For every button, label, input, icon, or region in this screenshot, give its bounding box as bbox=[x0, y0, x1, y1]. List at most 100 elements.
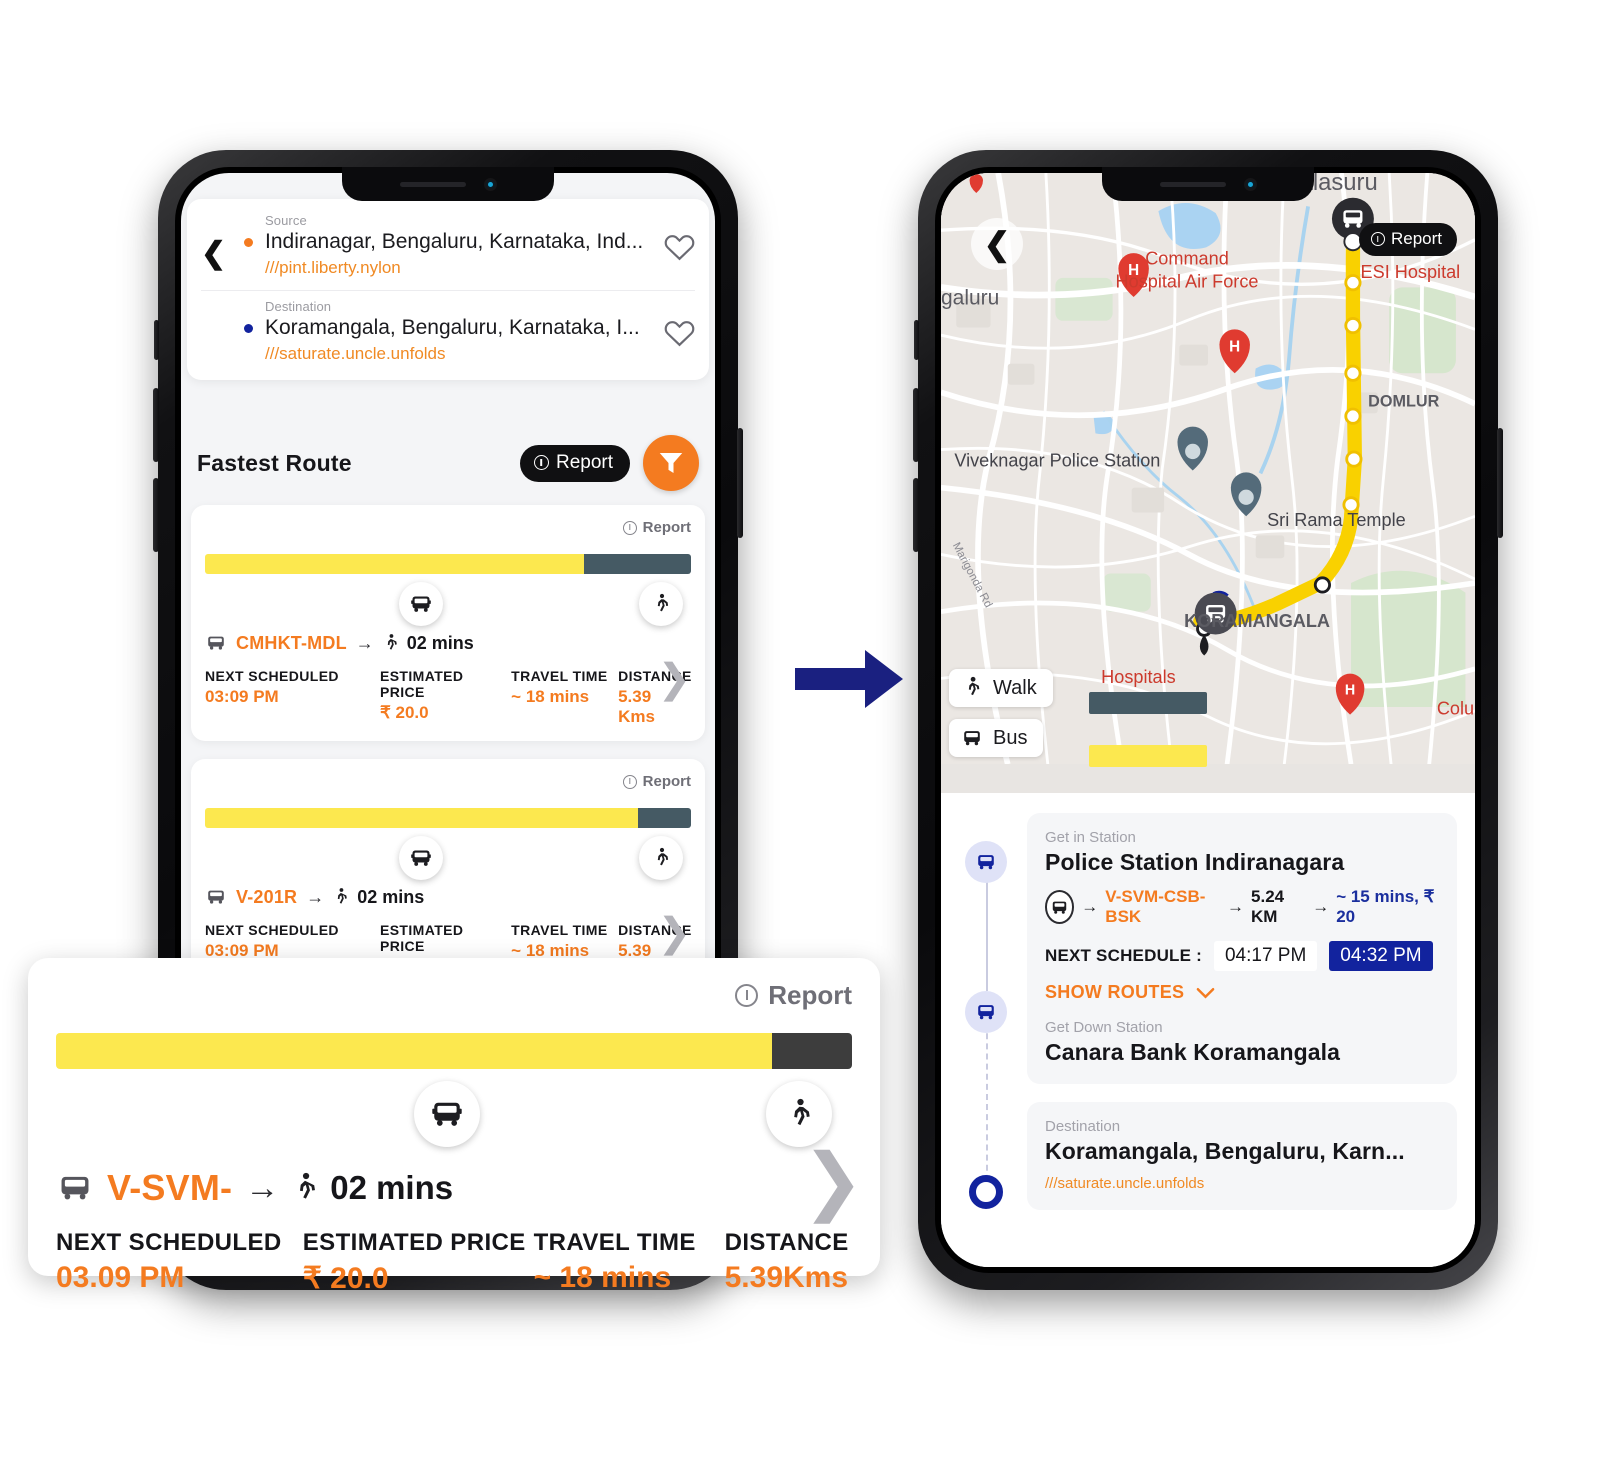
stat-label: NEXT SCHEDULED bbox=[205, 922, 339, 938]
source-label: Source bbox=[265, 213, 307, 228]
map-report-button[interactable]: Report bbox=[1358, 223, 1457, 256]
svg-text:Colum: Colum bbox=[1437, 699, 1475, 719]
power-button[interactable] bbox=[737, 428, 743, 538]
page-title: Fastest Route bbox=[197, 449, 352, 476]
destination-value: Koramangala, Bengaluru, Karnataka, I... bbox=[265, 316, 640, 339]
bus-icon bbox=[964, 731, 980, 746]
leg-arrow-icon: → bbox=[355, 632, 374, 653]
source-body: Source Indiranagar, Bengaluru, Karnataka… bbox=[235, 213, 655, 278]
show-routes-button[interactable]: SHOW ROUTES bbox=[1045, 982, 1439, 1003]
stat-value: ₹ 20.0 bbox=[302, 1262, 389, 1295]
stat-label: TRAVEL TIME bbox=[533, 1229, 696, 1256]
route-walk-time: 02 mins bbox=[357, 886, 425, 907]
route-leg-summary: CMHKT-MDL → 02 mins bbox=[205, 632, 691, 654]
legend-walk-color-bar bbox=[1089, 692, 1207, 714]
progress-bus-segment bbox=[56, 1033, 773, 1069]
source-row[interactable]: ❮ Source Indiranagar, Bengaluru, Karnata… bbox=[201, 213, 695, 278]
bus-route-code: V-SVM-CSB-BSK bbox=[1105, 887, 1206, 926]
bus-route-distance: 5.24 KM bbox=[1251, 887, 1285, 926]
walk-mode-chip[interactable] bbox=[639, 836, 683, 880]
bus-route-summary: → V-SVM-CSB-BSK → 5.24 KM → ~ 15 mins, ₹… bbox=[1045, 887, 1439, 927]
destination-body: Destination Koramangala, Bengaluru, Karn… bbox=[235, 299, 655, 364]
stat-value: ~ 18 mins bbox=[511, 687, 590, 706]
front-camera bbox=[483, 177, 497, 191]
bus-mode-chip[interactable] bbox=[399, 582, 444, 626]
zoomed-route-card[interactable]: Report V-SVM- → 02 mins ❯ NEXT SCHEDULED… bbox=[28, 958, 880, 1295]
volume-up-button[interactable] bbox=[153, 388, 159, 462]
bus-icon bbox=[411, 850, 432, 866]
walk-icon bbox=[338, 887, 348, 904]
stat-next-scheduled: NEXT SCHEDULED 03:09 PM bbox=[205, 668, 380, 727]
left-phone-notch bbox=[342, 167, 554, 201]
destination-row[interactable]: ❮ Destination Koramangala, Bengaluru, Ka… bbox=[201, 299, 695, 364]
route-progress-bar bbox=[205, 808, 691, 828]
location-divider bbox=[201, 290, 695, 291]
route-walk-time: 02 mins bbox=[330, 1169, 454, 1206]
map-back-button[interactable]: ❮ bbox=[971, 218, 1023, 270]
bus-mode-chip[interactable] bbox=[399, 836, 444, 880]
card-report-label: Report bbox=[642, 519, 691, 536]
source-what3words: ///pint.liberty.nylon bbox=[265, 258, 401, 277]
earpiece-speaker bbox=[1159, 181, 1226, 187]
stat-travel-time: TRAVEL TIME ~ 18 mins bbox=[534, 1229, 725, 1296]
schedule-time-option-selected[interactable]: 04:32 PM bbox=[1329, 941, 1433, 971]
route-progress-bar bbox=[56, 1033, 852, 1069]
trip-timeline bbox=[965, 823, 1009, 1247]
timeline-node-board bbox=[965, 841, 1007, 883]
chevron-left-icon[interactable]: ❮ bbox=[201, 213, 235, 269]
bus-icon bbox=[978, 855, 994, 870]
bus-mode-chip[interactable] bbox=[414, 1081, 481, 1147]
destination-card[interactable]: Destination Koramangala, Bengaluru, Karn… bbox=[1027, 1102, 1457, 1210]
mute-switch[interactable] bbox=[914, 320, 919, 360]
svg-text:galuru: galuru bbox=[941, 287, 999, 310]
volume-down-button[interactable] bbox=[913, 478, 919, 552]
destination-label: Destination bbox=[1045, 1118, 1121, 1135]
chevron-right-icon[interactable]: ❯ bbox=[802, 1144, 864, 1218]
svg-text:ESI Hospital: ESI Hospital bbox=[1361, 262, 1461, 282]
info-circle-icon bbox=[622, 774, 637, 789]
get-in-station-name: Police Station Indiranagara bbox=[1045, 849, 1345, 875]
route-progress-bar bbox=[205, 554, 691, 574]
chevron-left-icon: ❮ bbox=[983, 226, 1011, 262]
svg-text:Hospital Air Force: Hospital Air Force bbox=[1116, 271, 1259, 291]
power-button[interactable] bbox=[1497, 428, 1503, 538]
svg-text:Sri Rama Temple: Sri Rama Temple bbox=[1267, 510, 1406, 530]
route-bus-code: V-SVM- bbox=[107, 1167, 233, 1208]
route-card[interactable]: Report bbox=[191, 505, 705, 741]
stat-value: 03.09 PM bbox=[56, 1261, 185, 1294]
info-circle-icon bbox=[622, 520, 637, 535]
card-report-button[interactable]: Report bbox=[205, 519, 691, 536]
card-report-button[interactable]: Report bbox=[56, 980, 852, 1011]
schedule-time-option[interactable]: 04:17 PM bbox=[1213, 941, 1318, 971]
chevron-right-icon[interactable]: ❯ bbox=[657, 659, 691, 699]
board-station-card[interactable]: Get in Station Police Station Indiranaga… bbox=[1027, 813, 1457, 1084]
destination-favorite-button[interactable] bbox=[655, 299, 695, 352]
stat-value: ~ 18 mins bbox=[533, 1261, 672, 1294]
mute-switch[interactable] bbox=[154, 320, 159, 360]
card-report-button[interactable]: Report bbox=[205, 773, 691, 790]
bus-icon bbox=[978, 1005, 994, 1020]
walk-mode-chip[interactable] bbox=[639, 582, 683, 626]
progress-walk-segment bbox=[584, 554, 691, 574]
chevron-right-icon[interactable]: ❯ bbox=[657, 913, 691, 953]
route-stats: NEXT SCHEDULED 03:09 PM ESTIMATED PRICE … bbox=[205, 668, 691, 727]
stat-estimated-price: ESTIMATED PRICE ₹ 20.0 bbox=[380, 668, 511, 727]
route-arrow-icon: → bbox=[1227, 897, 1245, 916]
filter-button[interactable] bbox=[643, 435, 699, 491]
stat-label: NEXT SCHEDULED bbox=[56, 1229, 282, 1256]
next-schedule-row: NEXT SCHEDULE : 04:17 PM 04:32 PM bbox=[1045, 941, 1439, 971]
source-value: Indiranagar, Bengaluru, Karnataka, Ind..… bbox=[265, 230, 644, 253]
leg-arrow-icon: → bbox=[245, 1168, 280, 1207]
walk-mode-chip[interactable] bbox=[766, 1081, 832, 1147]
bus-route-time-fare: ~ 15 mins, ₹ 20 bbox=[1336, 887, 1435, 926]
report-button[interactable]: Report bbox=[519, 444, 630, 482]
stat-value: 03:09 PM bbox=[205, 687, 279, 706]
svg-text:Viveknagar Police Station: Viveknagar Police Station bbox=[954, 451, 1160, 471]
map-view[interactable]: H H H Halasuru Command Hospital Air Forc… bbox=[941, 173, 1475, 793]
timeline-dashed-line bbox=[986, 1013, 988, 1191]
leg-arrow-icon: → bbox=[306, 886, 325, 907]
source-favorite-button[interactable] bbox=[655, 213, 695, 266]
stat-label: ESTIMATED PRICE bbox=[302, 1229, 526, 1256]
volume-down-button[interactable] bbox=[153, 478, 159, 552]
volume-up-button[interactable] bbox=[913, 388, 919, 462]
